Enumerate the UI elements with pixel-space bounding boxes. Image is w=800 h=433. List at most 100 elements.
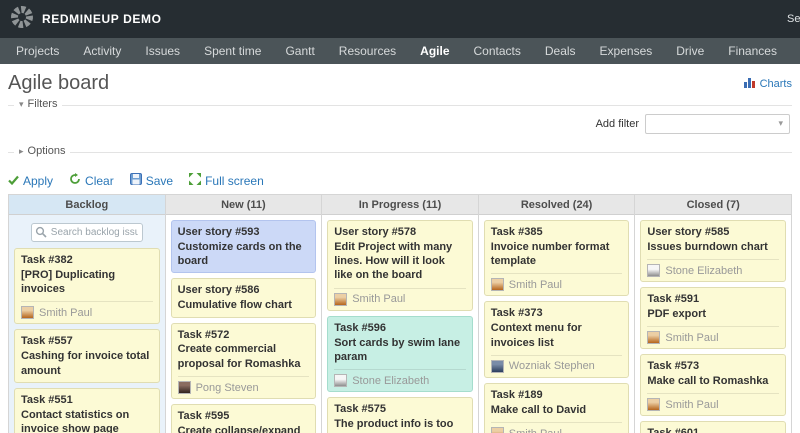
nav-item-resources[interactable]: Resources	[327, 38, 408, 64]
nav-item-projects[interactable]: Projects	[4, 38, 71, 64]
card-issue-id: Task #601	[647, 426, 779, 433]
card-subject: Context menu for invoices list	[491, 321, 623, 350]
nav-item-drive[interactable]: Drive	[664, 38, 716, 64]
issue-card[interactable]: User story #578Edit Project with many li…	[327, 220, 473, 311]
column-header: In Progress (11)	[322, 195, 478, 215]
redmineup-logo-icon	[10, 5, 34, 34]
card-assignee: Smith Paul	[334, 288, 466, 306]
topbar-search-link[interactable]: Search	[787, 13, 800, 25]
backlog-search-input[interactable]	[31, 223, 143, 242]
charts-link[interactable]: Charts	[744, 77, 792, 91]
issue-card[interactable]: Task #575The product info is too low, it…	[327, 397, 473, 433]
issue-card[interactable]: Task #385Invoice number format templateS…	[484, 220, 630, 296]
card-issue-id: Task #595	[178, 409, 310, 424]
issue-card[interactable]: Task #601New live_search scope for issue…	[640, 421, 786, 433]
issue-card[interactable]: User story #586Cumulative flow chart	[171, 278, 317, 317]
column-body: Task #385Invoice number format templateS…	[479, 215, 635, 433]
nav-item-activity[interactable]: Activity	[71, 38, 133, 64]
top-bar: REDMINEUP DEMO Search	[0, 0, 800, 38]
card-issue-id: Task #572	[178, 328, 310, 343]
page-title: Agile board	[8, 72, 109, 95]
board-column-backlog: BacklogTask #382[PRO] Duplicating invoic…	[9, 195, 166, 433]
issue-card[interactable]: Task #382[PRO] Duplicating invoicesSmith…	[14, 248, 160, 324]
issue-card[interactable]: Task #596Sort cards by swim lane paramSt…	[327, 316, 473, 392]
board-column-in-progress-11: In Progress (11) User story #578Edit Proj…	[322, 195, 479, 433]
column-body: Task #382[PRO] Duplicating invoicesSmith…	[9, 215, 165, 433]
add-filter-select[interactable]: ▾	[645, 114, 790, 134]
nav-item-issues[interactable]: Issues	[133, 38, 192, 64]
card-assignee: Smith Paul	[647, 326, 779, 344]
chevron-down-icon: ▾	[778, 118, 783, 129]
add-filter-label: Add filter	[596, 118, 639, 130]
nav-item-contacts[interactable]: Contacts	[462, 38, 533, 64]
brand-title: REDMINEUP DEMO	[42, 12, 162, 26]
issue-card[interactable]: Task #572Create commercial proposal for …	[171, 323, 317, 399]
reload-icon	[69, 173, 81, 188]
main-navigation: ProjectsActivityIssuesSpent timeGanttRes…	[0, 38, 800, 64]
user-avatar	[491, 360, 504, 373]
assignee-name: Smith Paul	[39, 307, 92, 319]
user-avatar	[334, 374, 347, 387]
board-column-closed-7: Closed (7)User story #585Issues burndown…	[635, 195, 792, 433]
card-issue-id: Task #385	[491, 225, 623, 240]
card-assignee: Pong Steven	[178, 376, 310, 394]
user-avatar	[491, 427, 504, 433]
issue-card[interactable]: Task #373Context menu for invoices list W…	[484, 301, 630, 377]
card-subject: The product info is too low, it needs to…	[334, 417, 466, 433]
assignee-name: Smith Paul	[352, 293, 405, 305]
nav-item-agile[interactable]: Agile	[408, 38, 461, 64]
card-assignee: Stone Elizabeth	[647, 259, 779, 277]
card-assignee: Smith Paul	[647, 393, 779, 411]
nav-item-gantt[interactable]: Gantt	[273, 38, 326, 64]
assignee-name: Smith Paul	[509, 279, 562, 291]
card-subject: Contact statistics on invoice show page	[21, 408, 153, 433]
column-body: User story #578Edit Project with many li…	[322, 215, 478, 433]
user-avatar	[647, 398, 660, 411]
nav-item-finances[interactable]: Finances	[716, 38, 789, 64]
board-column-new-11: New (11)User story #593Customize cards o…	[166, 195, 323, 433]
assignee-name: Smith Paul	[665, 332, 718, 344]
assignee-name: Smith Paul	[509, 428, 562, 433]
nav-item-products[interactable]: Products	[789, 38, 800, 64]
board-column-resolved-24: Resolved (24) Task #385Invoice number for…	[479, 195, 636, 433]
card-issue-id: Task #591	[647, 292, 779, 307]
nav-item-spent-time[interactable]: Spent time	[192, 38, 273, 64]
assignee-name: Wozniak Stephen	[509, 360, 595, 372]
nav-item-deals[interactable]: Deals	[533, 38, 588, 64]
card-assignee: Smith Paul	[21, 301, 153, 319]
card-issue-id: User story #578	[334, 225, 466, 240]
filters-fieldset: ▾ Filters Add filter ▾	[8, 105, 792, 142]
card-subject: Create collapse/expand buttons	[178, 424, 310, 433]
card-subject: Create commercial proposal for Romashka	[178, 342, 310, 371]
content-area: Agile board Charts ▾ Filters Add filter	[0, 64, 800, 433]
app-logo-home-link[interactable]: REDMINEUP DEMO	[10, 5, 162, 34]
card-subject: Customize cards on the board	[178, 240, 310, 269]
nav-item-expenses[interactable]: Expenses	[588, 38, 665, 64]
save-button[interactable]: Save	[130, 173, 173, 188]
issue-card[interactable]: User story #585Issues burndown chartSton…	[640, 220, 786, 282]
apply-button[interactable]: Apply	[8, 174, 53, 188]
card-issue-id: Task #596	[334, 321, 466, 336]
card-subject: Edit Project with many lines. How will i…	[334, 240, 466, 283]
card-issue-id: Task #189	[491, 388, 623, 403]
clear-button[interactable]: Clear	[69, 173, 114, 188]
card-subject: PDF export	[647, 307, 779, 321]
card-issue-id: User story #593	[178, 225, 310, 240]
card-assignee: Smith Paul	[491, 273, 623, 291]
card-issue-id: Task #551	[21, 393, 153, 408]
column-header: Resolved (24)	[479, 195, 635, 215]
issue-card[interactable]: Task #557Cashing for invoice total amoun…	[14, 329, 160, 382]
card-issue-id: Task #373	[491, 306, 623, 321]
fullscreen-button[interactable]: Full screen	[189, 173, 264, 188]
card-subject: [PRO] Duplicating invoices	[21, 268, 153, 297]
issue-card[interactable]: Task #591PDF export Smith Paul	[640, 287, 786, 349]
issue-card[interactable]: User story #593Customize cards on the bo…	[171, 220, 317, 273]
issue-card[interactable]: Task #595Create collapse/expand buttonsS…	[171, 404, 317, 433]
options-toggle[interactable]: ▸ Options	[14, 145, 70, 157]
issue-card[interactable]: Task #189Make call to DavidSmith Paul	[484, 383, 630, 433]
card-subject: Sort cards by swim lane param	[334, 336, 466, 365]
column-body: User story #593Customize cards on the bo…	[166, 215, 322, 433]
card-issue-id: Task #573	[647, 359, 779, 374]
issue-card[interactable]: Task #551Contact statistics on invoice s…	[14, 388, 160, 433]
issue-card[interactable]: Task #573Make call to RomashkaSmith Paul	[640, 354, 786, 416]
